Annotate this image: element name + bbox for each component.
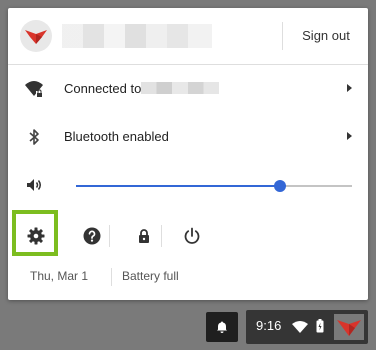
lock-button[interactable] [122, 214, 166, 258]
chevron-right-icon [347, 84, 352, 92]
status-tray[interactable]: 9:16 [246, 310, 368, 344]
settings-highlight-box [12, 210, 58, 256]
status-footer: Thu, Mar 1 Battery full [8, 260, 368, 296]
network-row[interactable]: Connected to [8, 65, 368, 113]
notifications-button[interactable] [206, 312, 238, 342]
blurred-username [62, 24, 212, 48]
sign-out-button[interactable]: Sign out [292, 22, 360, 50]
bluetooth-label: Bluetooth enabled [64, 129, 169, 144]
tray-avatar [334, 314, 364, 340]
bluetooth-row[interactable]: Bluetooth enabled [8, 113, 368, 161]
user-avatar [20, 20, 52, 52]
volume-icon[interactable] [24, 175, 44, 195]
divider [282, 22, 283, 50]
battery-icon [316, 319, 324, 333]
clock-time: 9:16 [256, 318, 282, 333]
divider [161, 225, 162, 247]
chevron-right-icon [347, 132, 352, 140]
wifi-icon [292, 321, 308, 333]
action-buttons-row [8, 214, 368, 258]
blurred-ssid [141, 82, 220, 94]
help-button[interactable] [70, 214, 114, 258]
network-label: Connected to [64, 80, 220, 98]
battery-status-label: Battery full [122, 269, 179, 283]
bell-icon [217, 321, 227, 333]
volume-slider[interactable] [76, 180, 352, 192]
bluetooth-icon [24, 127, 44, 147]
divider [109, 225, 110, 247]
lock-icon [139, 229, 149, 243]
volume-slider-fill [76, 185, 281, 187]
wifi-lock-icon [24, 79, 44, 99]
account-header: Sign out [8, 8, 368, 65]
divider [111, 268, 112, 286]
system-tray-menu: Sign out Connected to Bluetooth enabled [8, 8, 368, 300]
power-button[interactable] [170, 214, 214, 258]
date-label[interactable]: Thu, Mar 1 [30, 269, 88, 283]
help-icon [83, 227, 101, 245]
power-icon [184, 227, 200, 244]
